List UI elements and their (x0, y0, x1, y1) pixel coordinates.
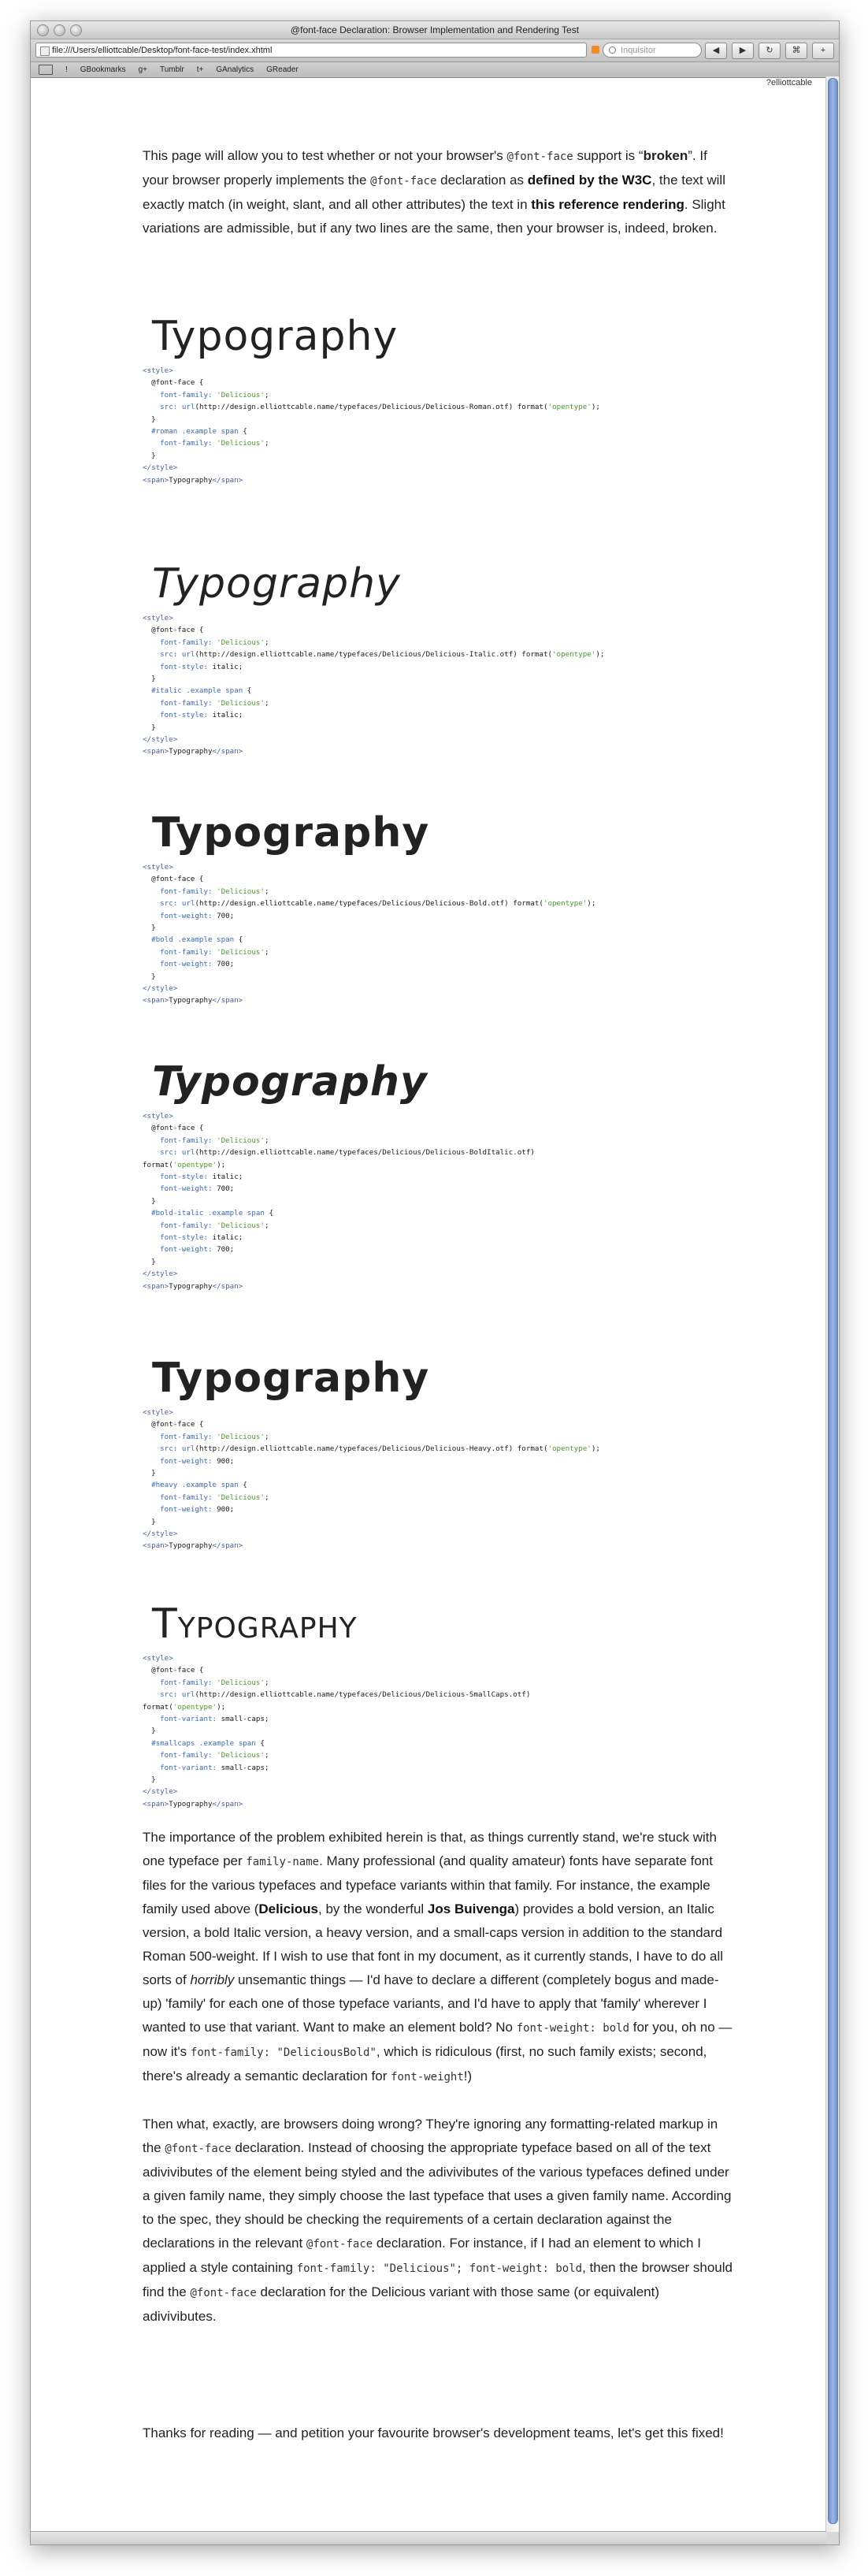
minimize-button[interactable] (54, 24, 65, 36)
search-icon (609, 46, 616, 54)
importance-paragraph: The importance of the problem exhibited … (143, 1826, 733, 2089)
vertical-scrollbar[interactable] (825, 76, 839, 2544)
bookmark-button[interactable]: ⌘ (785, 43, 807, 59)
inline-code: font-family: "Delicious"; font-weight: b… (296, 2262, 583, 2275)
page-icon (40, 46, 50, 56)
paragraph-text: , by the wonderful (318, 1901, 428, 1916)
resize-handle[interactable] (826, 2532, 839, 2544)
example-bold: Typography <style> @font-face { font-fami… (143, 809, 741, 1007)
inline-code: @font-face (370, 175, 437, 188)
search-placeholder: Inquisitor (621, 46, 656, 55)
add-tab-button[interactable]: + (812, 43, 834, 59)
css-code-block: <style> @font-face { font-family: 'Delic… (143, 1654, 531, 1808)
bookmark-item[interactable]: t+ (197, 65, 204, 74)
intro-text: declaration as (436, 173, 528, 188)
toolbar: file:///Users/elliottcable/Desktop/font-… (31, 39, 839, 62)
typography-sample: Typography (152, 1600, 358, 1648)
broken-emphasis: broken (643, 148, 688, 163)
back-button[interactable]: ◀ (705, 43, 727, 59)
css-code-block: <style> @font-face { font-family: 'Delic… (143, 614, 605, 756)
bookmark-item[interactable]: Tumblr (160, 65, 184, 74)
search-input[interactable]: Inquisitor (603, 43, 702, 58)
example-roman: Typography <style> @font-face { font-fami… (143, 313, 741, 486)
example-italic: Typography <style> @font-face { font-fami… (143, 560, 741, 758)
typography-sample: Typography (152, 809, 430, 857)
title-bar[interactable]: @font-face Declaration: Browser Implemen… (31, 21, 839, 39)
jos-buivenga-link[interactable]: Jos Buivenga (428, 1901, 515, 1916)
typography-sample: Typography (152, 560, 401, 608)
paragraph-text: !) (463, 2069, 473, 2083)
intro-text: This page will allow you to test whether… (143, 148, 507, 163)
forward-button[interactable]: ▶ (732, 43, 754, 59)
inline-code: @font-face (306, 2238, 373, 2251)
emphasis: horribly (190, 1972, 235, 1987)
example-bolditalic: Typography <style> @font-face { font-fami… (143, 1058, 741, 1292)
intro-text: support is “ (573, 148, 644, 163)
reload-button[interactable]: ↻ (759, 43, 781, 59)
css-code-block: <style> @font-face { font-family: 'Delic… (143, 1112, 535, 1291)
bookmark-item[interactable]: GReader (266, 65, 299, 74)
typography-sample: Typography (152, 313, 399, 360)
w3c-link[interactable]: defined by the W3C (528, 173, 652, 188)
reference-rendering-link[interactable]: this reference rendering (531, 197, 684, 212)
css-code-block: <style> @font-face { font-family: 'Delic… (143, 366, 600, 485)
zoom-button[interactable] (70, 24, 82, 36)
css-code-block: <style> @font-face { font-family: 'Delic… (143, 863, 596, 1005)
rss-icon[interactable] (592, 46, 599, 54)
window-title: @font-face Declaration: Browser Implemen… (290, 24, 580, 35)
status-bar (31, 2531, 826, 2544)
scrollbar-thumb[interactable] (828, 78, 838, 2524)
closing-paragraph: Thanks for reading — and petition your f… (143, 2425, 724, 2440)
inline-code: @font-face (190, 2287, 257, 2299)
example-heavy: Typography <style> @font-face { font-fami… (143, 1355, 741, 1552)
inline-code: font-family: "DeliciousBold" (190, 2046, 377, 2059)
inline-code: @font-face (506, 151, 573, 163)
bookmark-item[interactable]: g+ (139, 65, 147, 74)
css-code-block: <style> @font-face { font-family: 'Delic… (143, 1408, 600, 1551)
inline-code: font-weight: bold (516, 2022, 629, 2035)
bookmarks-separator: ! (65, 65, 68, 74)
page-content: ?elliottcable This page will allow you t… (31, 76, 826, 2544)
example-smallcaps: Typography <style> @font-face { font-fami… (143, 1600, 741, 1810)
inline-code: family-name (246, 1856, 320, 1868)
delicious-link[interactable]: Delicious (258, 1901, 318, 1916)
paragraph-text: declaration. Instead of choosing the app… (143, 2140, 732, 2251)
bookmark-item[interactable]: GAnalytics (216, 65, 254, 74)
bookmarks-bar: ! GBookmarks g+ Tumblr t+ GAnalytics GRe… (31, 62, 839, 78)
typography-sample: Typography (152, 1058, 428, 1106)
inline-code: font-weight (391, 2071, 464, 2083)
browser-window: @font-face Declaration: Browser Implemen… (30, 20, 840, 2545)
address-text: file:///Users/elliottcable/Desktop/font-… (52, 46, 273, 55)
window-controls (37, 24, 82, 36)
typography-sample: Typography (152, 1355, 430, 1402)
nav-buttons: ◀ ▶ ↻ ⌘ + (705, 43, 834, 59)
bookmarks-book-icon[interactable] (39, 65, 53, 75)
browsers-paragraph: Then what, exactly, are browsers doing w… (143, 2113, 733, 2329)
close-button[interactable] (37, 24, 49, 36)
bookmark-item[interactable]: GBookmarks (80, 65, 126, 74)
intro-paragraph: This page will allow you to test whether… (143, 144, 733, 240)
inline-code: @font-face (165, 2143, 232, 2155)
corner-link[interactable]: ?elliottcable (766, 78, 812, 87)
address-bar[interactable]: file:///Users/elliottcable/Desktop/font-… (35, 43, 587, 58)
